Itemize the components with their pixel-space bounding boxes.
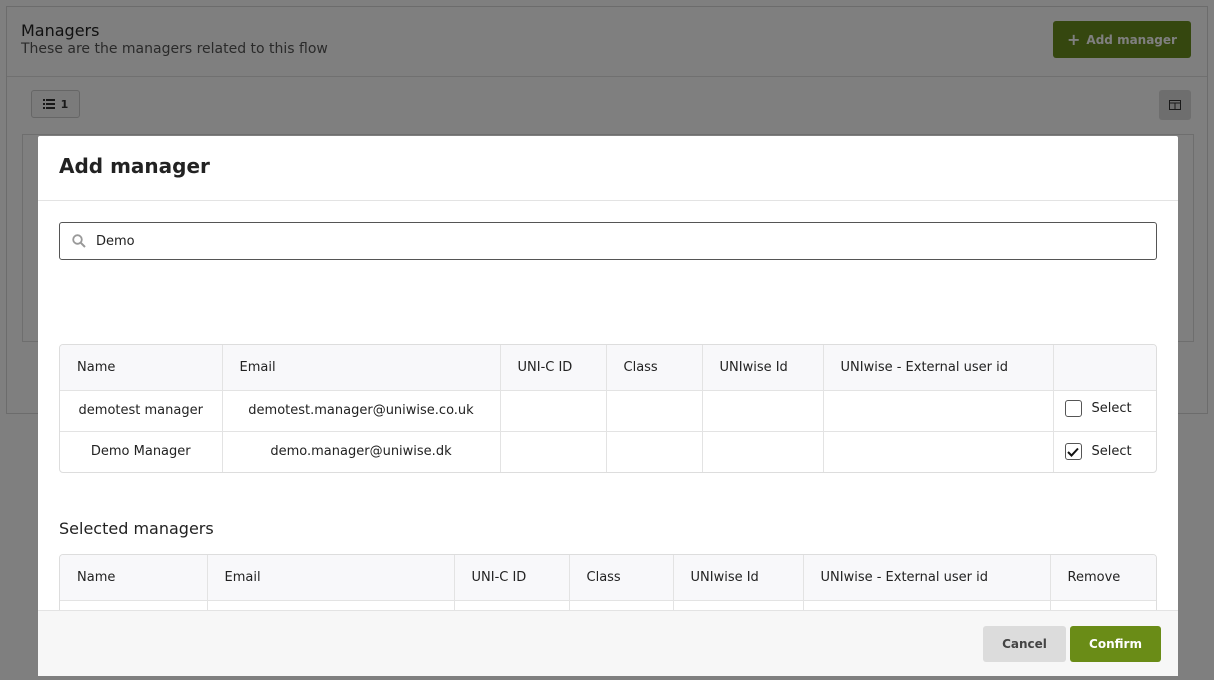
table-row: Demo Manager demo.manager@uniwise.dk (60, 431, 1156, 472)
table-header-row: Name Email UNI-C ID Class UNIwise Id UNI… (60, 555, 1156, 601)
table-row: demotest manager demotest.manager@uniwis… (60, 390, 1156, 432)
column-header: Email (222, 345, 501, 391)
select-checkbox[interactable] (1064, 400, 1082, 417)
column-header (1053, 345, 1156, 391)
select-toggle[interactable]: Select (1064, 400, 1132, 417)
cell-uni-c-id (500, 431, 607, 472)
column-header: Class (606, 345, 703, 391)
cell-class (606, 390, 703, 432)
cell-name: demotest manager (60, 390, 223, 432)
column-header: UNIwise Id (702, 345, 824, 391)
table-header-row: Name Email UNI-C ID Class UNIwise Id UNI… (60, 345, 1156, 391)
column-header: Email (207, 555, 455, 601)
search-results-table: Name Email UNI-C ID Class UNIwise Id UNI… (59, 344, 1157, 473)
checkmark-icon (1067, 447, 1079, 457)
select-label: Select (1091, 401, 1132, 416)
column-header: Class (569, 555, 674, 601)
search-input[interactable] (96, 233, 1096, 249)
cell-uniwise-id (702, 431, 824, 472)
cell-name: Demo Manager (60, 431, 223, 472)
column-header: UNI-C ID (454, 555, 570, 601)
select-checkbox[interactable] (1064, 443, 1082, 460)
cell-email: demo.manager@uniwise.dk (222, 431, 501, 472)
cell-external-id (823, 431, 1054, 472)
cell-uniwise-id (702, 390, 824, 432)
column-header: UNIwise - External user id (823, 345, 1054, 391)
modal-title: Add manager (59, 154, 210, 178)
add-manager-modal: Add manager Name Email UNI-C ID (38, 136, 1178, 676)
cell-uni-c-id (500, 390, 607, 432)
confirm-button[interactable]: Confirm (1070, 626, 1161, 662)
select-toggle[interactable]: Select (1064, 443, 1132, 460)
search-icon (72, 234, 86, 248)
cell-select: Select (1053, 431, 1156, 472)
column-header: UNIwise Id (673, 555, 804, 601)
selected-managers-title: Selected managers (59, 519, 214, 538)
cell-select: Select (1053, 390, 1156, 432)
column-header: UNI-C ID (500, 345, 607, 391)
column-header: Name (60, 555, 208, 601)
cell-external-id (823, 390, 1054, 432)
modal-footer: Cancel Confirm (38, 610, 1178, 676)
cancel-button[interactable]: Cancel (983, 626, 1066, 662)
cell-class (606, 431, 703, 472)
modal-header: Add manager (38, 136, 1178, 201)
column-header: Name (60, 345, 223, 391)
column-header: UNIwise - External user id (803, 555, 1051, 601)
select-label: Select (1091, 444, 1132, 459)
cell-email: demotest.manager@uniwise.co.uk (222, 390, 501, 432)
column-header: Remove (1050, 555, 1156, 601)
search-box[interactable] (59, 222, 1157, 260)
